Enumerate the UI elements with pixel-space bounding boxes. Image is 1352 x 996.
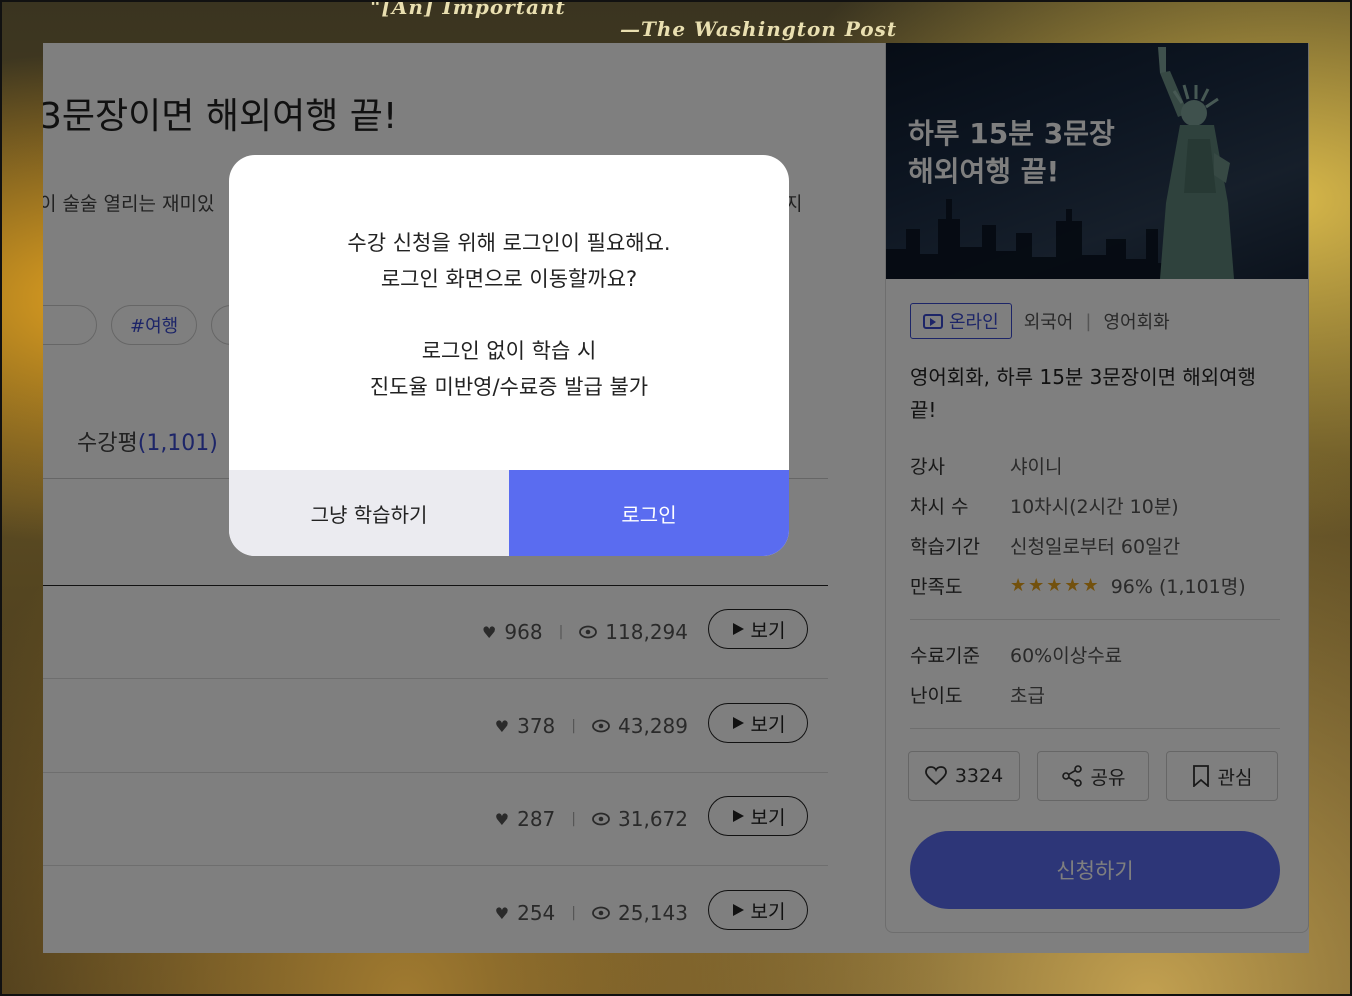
dialog-message-line2: 로그인 화면으로 이동할까요? bbox=[380, 267, 638, 291]
dialog-message-line4: 진도율 미반영/수료증 발급 불가 bbox=[369, 375, 649, 399]
dialog-message-line3: 로그인 없이 학습 시 bbox=[421, 339, 597, 363]
background-print-text: "[An] Important —The Washington Post bbox=[370, 0, 897, 40]
continue-without-login-button[interactable]: 그냥 학습하기 bbox=[229, 470, 509, 556]
dialog-buttons: 그냥 학습하기 로그인 bbox=[229, 470, 789, 556]
login-button[interactable]: 로그인 bbox=[509, 470, 789, 556]
background-text-line2: —The Washington Post bbox=[620, 17, 898, 41]
dialog-message-line1: 수강 신청을 위해 로그인이 필요해요. bbox=[347, 231, 671, 255]
background-text-line1: "[An] Important bbox=[370, 0, 566, 19]
dialog-message: 수강 신청을 위해 로그인이 필요해요. 로그인 화면으로 이동할까요? 로그인… bbox=[229, 225, 789, 405]
login-required-dialog: 수강 신청을 위해 로그인이 필요해요. 로그인 화면으로 이동할까요? 로그인… bbox=[229, 155, 789, 556]
dialog-message-gap bbox=[229, 297, 789, 333]
